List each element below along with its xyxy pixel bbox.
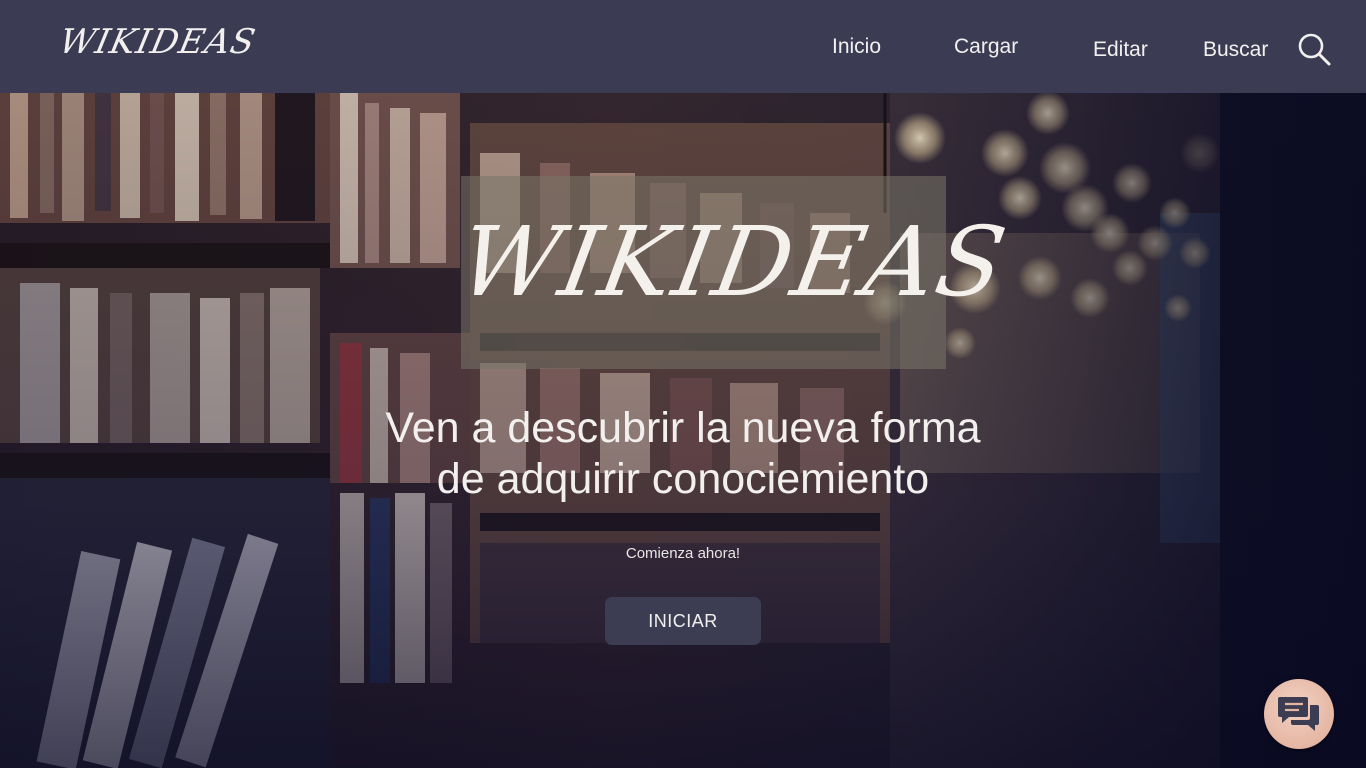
page: WIKIDEAS Inicio Cargar Editar Buscar WIK… [0, 0, 1366, 768]
navbar: WIKIDEAS Inicio Cargar Editar Buscar [0, 0, 1366, 93]
hero-headline-line-1: Ven a descubrir la nueva forma [385, 404, 981, 452]
chat-button[interactable] [1264, 679, 1334, 749]
start-button[interactable]: INICIAR [605, 597, 761, 645]
hero-logo-panel: WIKIDEAS [451, 176, 1015, 369]
nav-link-cargar[interactable]: Cargar [954, 35, 1018, 59]
nav-link-editar[interactable]: Editar [1093, 38, 1148, 62]
hero-section: WIKIDEAS Ven a descubrir la nueva forma … [0, 93, 1366, 768]
hero-headline: Ven a descubrir la nueva forma de adquir… [283, 403, 1083, 505]
hero-subtitle: Comienza ahora! [625, 545, 741, 562]
navbar-logo[interactable]: WIKIDEAS [56, 22, 260, 62]
nav-link-inicio[interactable]: Inicio [832, 35, 881, 59]
hero-logo: WIKIDEAS [451, 206, 1016, 318]
chat-bubbles-icon [1278, 697, 1319, 731]
search-icon[interactable] [1296, 31, 1332, 67]
nav-link-buscar[interactable]: Buscar [1203, 38, 1268, 62]
hero-headline-line-2: de adquirir conociemiento [436, 455, 930, 503]
